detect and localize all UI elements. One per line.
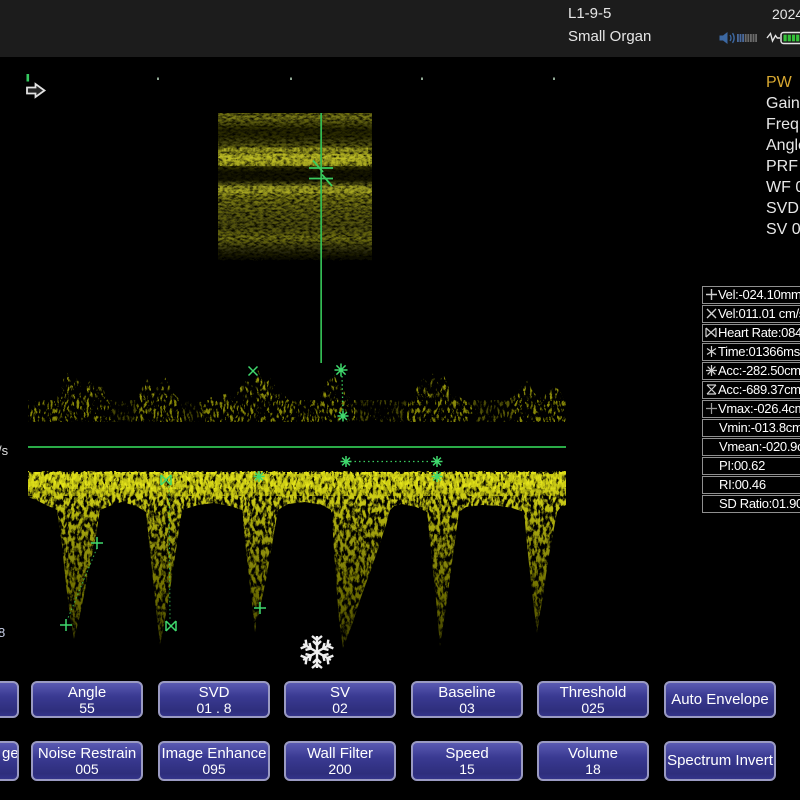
svg-text:8: 8 (0, 625, 5, 640)
svg-text:/s: /s (0, 443, 9, 458)
